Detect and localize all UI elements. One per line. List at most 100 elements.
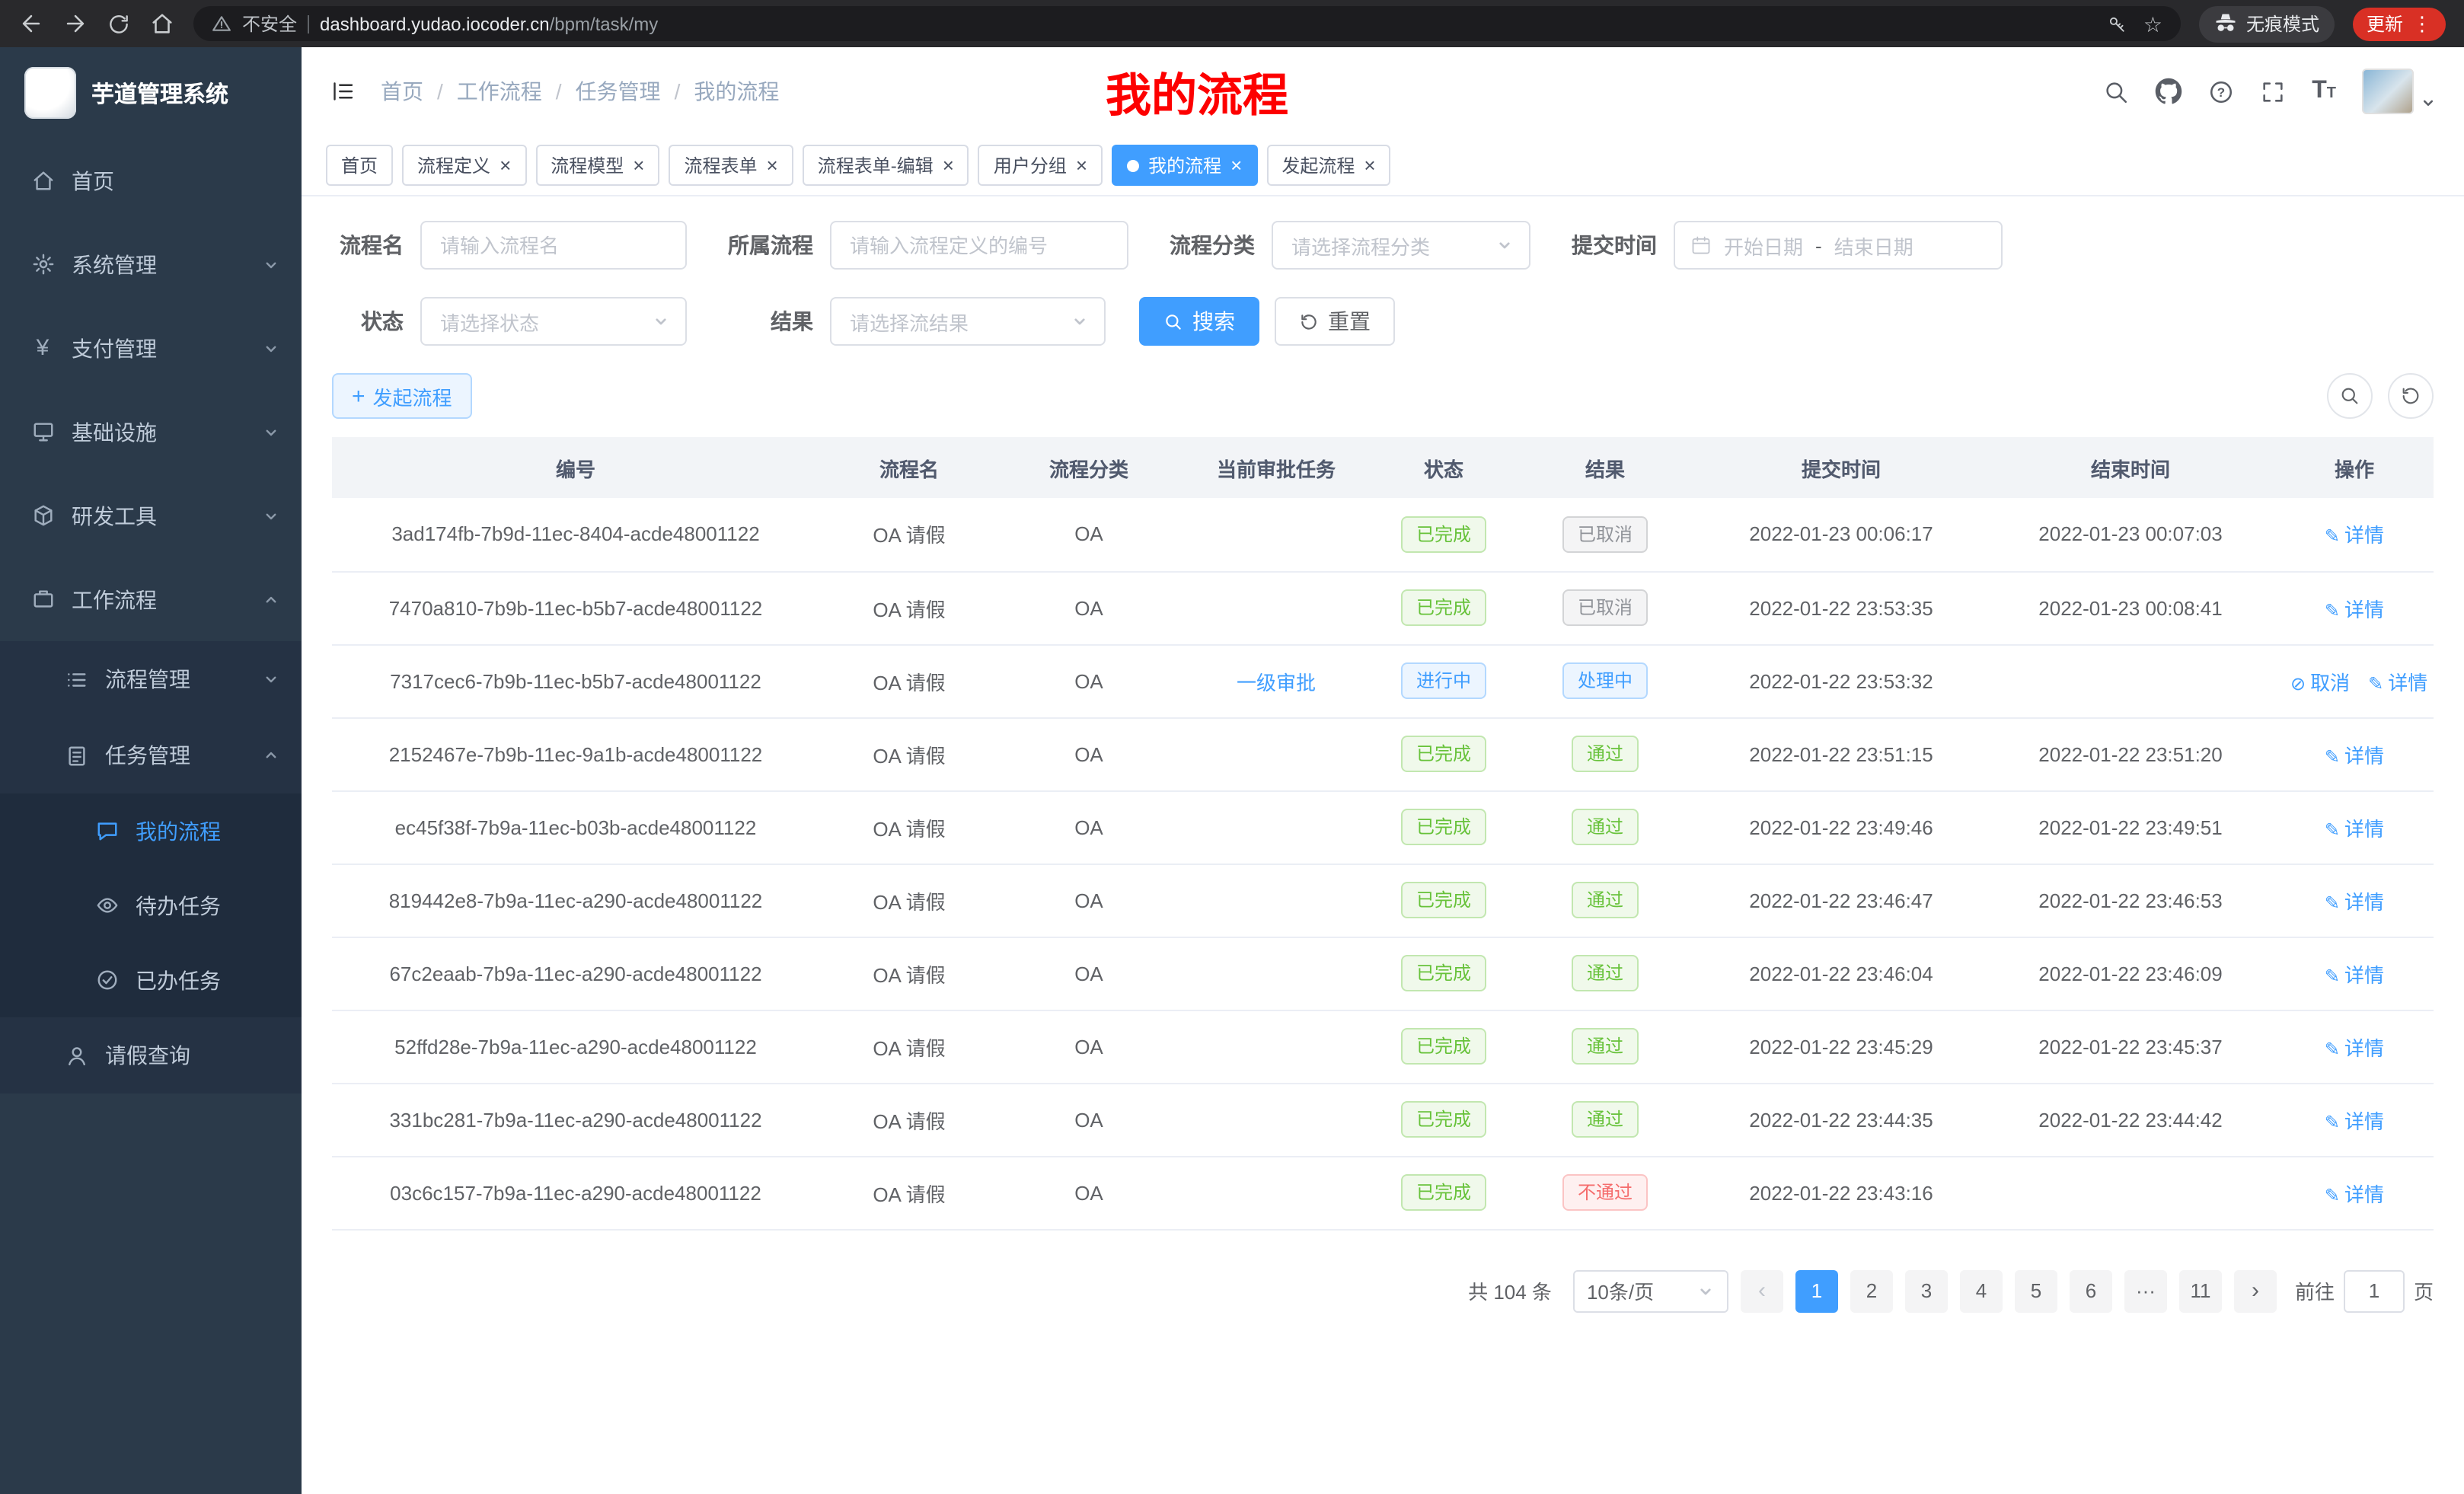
column-header: 流程分类 [999, 437, 1179, 498]
prev-page-button[interactable]: ‹ [1741, 1269, 1783, 1312]
sidebar-item-devtools[interactable]: 研发工具 [0, 474, 302, 557]
status-select[interactable]: 请选择状态 [420, 297, 687, 346]
search-button[interactable]: 搜索 [1139, 297, 1259, 346]
breadcrumb-item[interactable]: 任务管理 [576, 76, 661, 107]
reset-button[interactable]: 重置 [1275, 297, 1395, 346]
pager-more[interactable]: ··· [2124, 1269, 2167, 1312]
sidebar-item-process-mgmt[interactable]: 流程管理 [0, 641, 302, 717]
process-definition-input[interactable] [830, 221, 1128, 270]
tab-用户分组[interactable]: 用户分组× [978, 145, 1103, 186]
tab-流程定义[interactable]: 流程定义× [402, 145, 526, 186]
page-button-6[interactable]: 6 [2070, 1269, 2112, 1312]
start-process-button[interactable]: + 发起流程 [332, 373, 472, 419]
process-category-select[interactable]: 请选择流程分类 [1272, 221, 1530, 270]
detail-link[interactable]: ✎详情 [2325, 1183, 2384, 1205]
result-select[interactable]: 请选择流结果 [830, 297, 1106, 346]
close-icon[interactable]: × [1230, 155, 1242, 175]
sidebar-item-done-task[interactable]: 已办任务 [0, 943, 302, 1017]
refresh-table-button[interactable] [2388, 373, 2434, 419]
github-icon[interactable] [2155, 78, 2182, 105]
sidebar-item-task-mgmt[interactable]: 任务管理 [0, 717, 302, 793]
cell-end-time: 2022-01-22 23:44:42 [1986, 1083, 2275, 1156]
page-button-1[interactable]: 1 [1795, 1269, 1838, 1312]
page-button-2[interactable]: 2 [1850, 1269, 1893, 1312]
breadcrumb-item[interactable]: 首页 [381, 76, 423, 107]
avatar-image [2362, 69, 2414, 114]
fullscreen-icon[interactable] [2260, 78, 2286, 104]
close-icon[interactable]: × [767, 155, 778, 175]
cell-category: OA [999, 864, 1179, 937]
sidebar-item-infra[interactable]: 基础设施 [0, 390, 302, 474]
close-icon[interactable]: × [633, 155, 644, 175]
cell-submit-time: 2022-01-22 23:44:35 [1696, 1083, 1986, 1156]
sidebar-item-workflow[interactable]: 工作流程 [0, 557, 302, 641]
search-icon[interactable] [2103, 78, 2129, 104]
page-button-11[interactable]: 11 [2179, 1269, 2222, 1312]
breadcrumb-item[interactable]: 工作流程 [457, 76, 542, 107]
update-button[interactable]: 更新 ⋮ [2353, 7, 2446, 40]
tab-我的流程[interactable]: 我的流程× [1112, 145, 1257, 186]
refresh-icon [2400, 385, 2421, 407]
detail-link[interactable]: ✎详情 [2325, 744, 2384, 767]
page-button-5[interactable]: 5 [2015, 1269, 2057, 1312]
sidebar-item-leave-query[interactable]: 请假查询 [0, 1017, 302, 1093]
forward-icon[interactable] [62, 11, 88, 37]
tab-发起流程[interactable]: 发起流程× [1266, 145, 1390, 186]
detail-link[interactable]: ✎详情 [2325, 525, 2384, 547]
current-task-link[interactable]: 一级审批 [1237, 671, 1316, 694]
close-icon[interactable]: × [1076, 155, 1087, 175]
sidebar-item-my-process[interactable]: 我的流程 [0, 793, 302, 868]
address-bar[interactable]: 不安全 dashboard.yudao.iocoder.cn/bpm/task/… [193, 6, 2181, 41]
user-avatar[interactable] [2362, 69, 2437, 114]
page-button-4[interactable]: 4 [1960, 1269, 2003, 1312]
close-icon[interactable]: × [1364, 155, 1375, 175]
detail-link[interactable]: ✎详情 [2325, 1109, 2384, 1132]
reload-icon[interactable] [107, 11, 131, 36]
result-tag: 通过 [1572, 809, 1639, 845]
app-logo[interactable]: 芋道管理系统 [0, 47, 302, 139]
detail-link[interactable]: ✎详情 [2325, 963, 2384, 986]
menu-dots-icon[interactable]: ⋮ [2412, 14, 2432, 34]
detail-link[interactable]: ✎详情 [2325, 890, 2384, 913]
submit-time-range-picker[interactable]: 开始日期 - 结束日期 [1674, 221, 2003, 270]
sidebar-item-todo-task[interactable]: 待办任务 [0, 868, 302, 943]
cancel-link[interactable]: ⊘取消 [2290, 671, 2350, 694]
tab-首页[interactable]: 首页 [326, 145, 393, 186]
cell-process-name: OA 请假 [819, 644, 999, 717]
toggle-search-button[interactable] [2327, 373, 2373, 419]
pager: 123456 ··· 11 [1795, 1269, 2222, 1312]
cell-category: OA [999, 571, 1179, 644]
home-icon[interactable] [149, 11, 175, 37]
sidebar-item-payment[interactable]: ¥支付管理 [0, 306, 302, 390]
detail-link[interactable]: ✎详情 [2325, 598, 2384, 621]
hamburger-menu-icon[interactable] [329, 78, 356, 105]
help-icon[interactable]: ? [2208, 78, 2234, 104]
process-name-input[interactable] [420, 221, 687, 270]
close-icon[interactable]: × [500, 155, 511, 175]
detail-link[interactable]: ✎详情 [2325, 817, 2384, 840]
goto-page-input[interactable] [2344, 1269, 2405, 1312]
sidebar-item-home[interactable]: 首页 [0, 139, 302, 222]
detail-link[interactable]: ✎详情 [2368, 671, 2427, 694]
table-header-row: 编号流程名流程分类当前审批任务状态结果提交时间结束时间操作 [332, 437, 2434, 498]
sidebar-item-system[interactable]: 系统管理 [0, 222, 302, 306]
cell-submit-time: 2022-01-22 23:53:35 [1696, 571, 1986, 644]
cell-process-name: OA 请假 [819, 937, 999, 1010]
font-size-icon[interactable]: TT [2312, 79, 2336, 104]
page-size-select[interactable]: 10条/页 [1573, 1269, 1728, 1312]
page-button-3[interactable]: 3 [1905, 1269, 1948, 1312]
bookmark-star-icon[interactable]: ☆ [2143, 13, 2162, 34]
tab-流程表单[interactable]: 流程表单× [669, 145, 793, 186]
range-separator: - [1815, 234, 1822, 257]
tab-流程模型[interactable]: 流程模型× [535, 145, 659, 186]
cell-category: OA [999, 1083, 1179, 1156]
back-icon[interactable] [18, 11, 44, 37]
cell-status: 已完成 [1374, 790, 1514, 864]
page-content: 流程名 所属流程 流程分类 请选择流程分类 [302, 196, 2464, 1494]
chevron-down-icon [652, 312, 670, 330]
next-page-button[interactable]: › [2234, 1269, 2277, 1312]
detail-link[interactable]: ✎详情 [2325, 1036, 2384, 1059]
key-icon[interactable] [2107, 13, 2128, 34]
close-icon[interactable]: × [943, 155, 954, 175]
tab-流程表单-编辑[interactable]: 流程表单-编辑× [803, 145, 969, 186]
